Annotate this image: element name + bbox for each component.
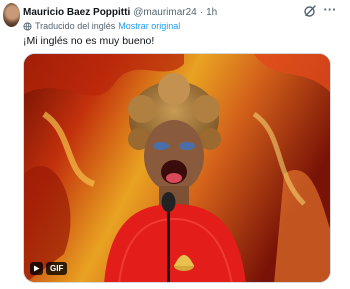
author-name[interactable]: Mauricio Baez Poppitti <box>23 7 130 18</box>
grok-icon[interactable] <box>303 4 317 18</box>
gif-badge: GIF <box>46 262 68 275</box>
separator-dot: · <box>199 6 204 18</box>
tweet-text: ¡Mi inglés no es muy bueno! <box>23 35 155 47</box>
play-icon <box>34 265 40 272</box>
gif-controls: GIF <box>30 262 68 275</box>
gif-frame <box>24 54 330 282</box>
timestamp[interactable]: 1h <box>206 7 217 18</box>
translated-label: Traducido del inglés <box>35 21 116 31</box>
translation-notice: Traducido del inglés Mostrar original <box>23 20 180 32</box>
show-original-link[interactable]: Mostrar original <box>118 21 180 31</box>
more-icon[interactable]: ··· <box>322 3 338 17</box>
avatar[interactable] <box>3 3 20 27</box>
play-button[interactable] <box>30 262 43 275</box>
gif-media[interactable] <box>23 53 331 283</box>
translate-icon <box>23 21 32 31</box>
tweet-header: Mauricio Baez Poppitti @maurimar24 · 1h <box>23 5 217 19</box>
author-handle[interactable]: @maurimar24 <box>133 7 197 18</box>
